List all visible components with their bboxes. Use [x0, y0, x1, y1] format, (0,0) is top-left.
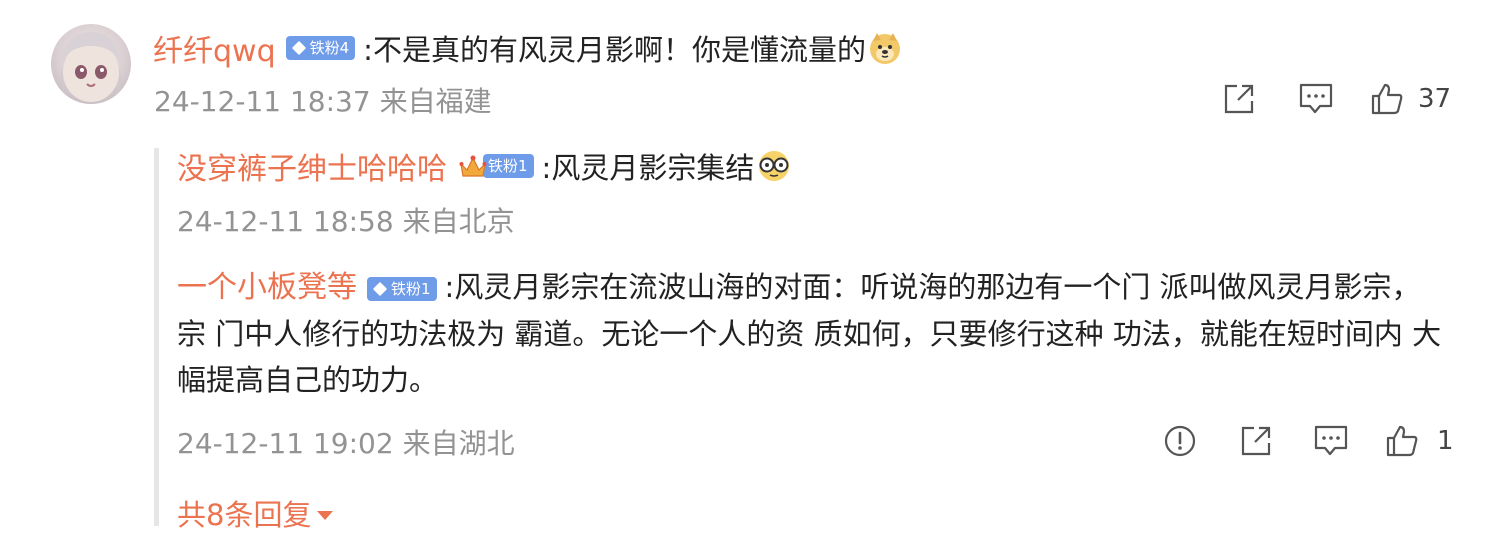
reply-location: 来自湖北: [402, 427, 515, 460]
glasses-emoji-icon: [756, 149, 790, 183]
reply-meta: 24-12-11 18:58 来自北京: [177, 200, 515, 240]
reply-time: 24-12-11 19:02: [177, 427, 394, 460]
reply-username[interactable]: 没穿裤子绅士哈哈哈: [177, 144, 447, 188]
reply-username[interactable]: 一个小板凳等: [177, 270, 357, 305]
reply-meta: 24-12-11 19:02 来自湖北: [177, 422, 515, 462]
reply-text: :风灵月影宗集结: [541, 151, 755, 185]
reply-button[interactable]: [1313, 424, 1349, 458]
report-button[interactable]: [1163, 424, 1197, 458]
thumbs-up-icon: [1371, 83, 1403, 115]
comment-location: 来自福建: [379, 85, 492, 118]
diamond-icon: [372, 281, 388, 297]
comment-card: 纤纤qwq 铁粉4 :不是真的有风灵月影啊！你是懂流量的 24-12-11 18…: [0, 0, 1500, 548]
share-button[interactable]: [1239, 424, 1273, 458]
alert-icon: [1164, 425, 1196, 457]
fan-badge[interactable]: 铁粉1: [483, 154, 534, 178]
share-icon: [1224, 84, 1254, 114]
comment-time: 24-12-11 18:37: [154, 85, 371, 118]
comment-icon: [1314, 425, 1348, 456]
reply-time: 24-12-11 18:58: [177, 205, 394, 238]
fan-badge-label: 铁粉1: [488, 157, 528, 175]
reply-button[interactable]: [1298, 82, 1334, 116]
more-replies-link[interactable]: 共8条回复: [177, 492, 334, 534]
share-button[interactable]: [1222, 82, 1256, 116]
reply-long: 一个小板凳等 铁粉1:风灵月影宗在流波山海的对面：听说海的那边有一个门 派叫做风灵…: [177, 264, 1447, 403]
comment-icon: [1299, 83, 1333, 114]
replies-divider: [154, 148, 159, 526]
fan-badge-label: 铁粉1: [391, 280, 431, 298]
like-count: 1: [1437, 426, 1454, 456]
share-icon: [1241, 426, 1271, 456]
fan-badge[interactable]: 铁粉1: [367, 277, 437, 301]
reply-line: 没穿裤子绅士哈哈哈 铁粉1 :风灵月影宗集结: [177, 144, 790, 188]
comment-actions: 37: [1222, 82, 1451, 116]
reply-actions: 1: [1163, 424, 1454, 458]
avatar[interactable]: [51, 24, 131, 104]
comment-meta: 24-12-11 18:37 来自福建: [154, 80, 492, 120]
comment-line: 纤纤qwq 铁粉4 :不是真的有风灵月影啊！你是懂流量的: [153, 26, 902, 70]
crown-icon: [459, 153, 487, 179]
like-count: 37: [1418, 84, 1452, 114]
fan-badge-label: 铁粉4: [309, 39, 350, 57]
comment-username[interactable]: 纤纤qwq: [153, 26, 276, 70]
diamond-icon: [291, 40, 306, 56]
comment-text: :不是真的有风灵月影啊！你是懂流量的: [363, 33, 866, 67]
doge-emoji-icon: [868, 31, 902, 65]
reply-location: 来自北京: [402, 205, 515, 238]
more-replies-label: 共8条回复: [177, 498, 312, 532]
thumbs-up-icon: [1386, 425, 1418, 457]
fan-badge[interactable]: 铁粉4: [285, 36, 356, 60]
like-button[interactable]: 37: [1370, 82, 1451, 116]
like-button[interactable]: 1: [1385, 424, 1454, 458]
caret-down-icon: [317, 510, 334, 520]
